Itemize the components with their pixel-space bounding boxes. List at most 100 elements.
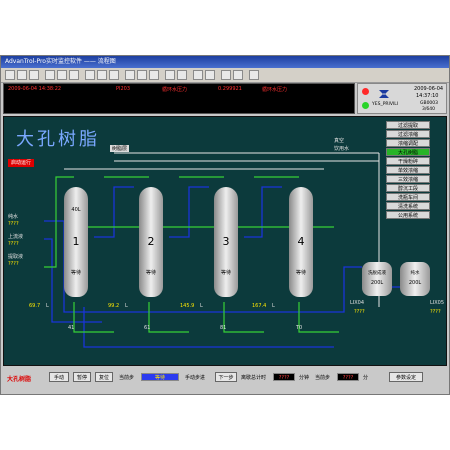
- user-icon[interactable]: [205, 70, 215, 80]
- reset-button[interactable]: 复位: [95, 372, 113, 382]
- trend-icon[interactable]: [45, 70, 55, 80]
- column-4-number: 4: [297, 235, 305, 248]
- nav-item-alcohol-precip[interactable]: 醇沉工段: [386, 184, 430, 192]
- tank-1-label: 洗脱成液: [368, 271, 386, 276]
- flow-icon[interactable]: [125, 70, 135, 80]
- column-1-number: 1: [72, 235, 80, 248]
- window-title: AdvanTrol-Pro实时监控软件 —— 流程图: [1, 56, 449, 68]
- overview-icon[interactable]: [97, 70, 107, 80]
- nav-item-filter-extract[interactable]: 过滤提取: [386, 121, 430, 129]
- nav-item-cleaning[interactable]: 清洗系统: [386, 202, 430, 210]
- info-page: 3/640: [422, 107, 435, 112]
- nav-item-concentrate-mix[interactable]: 浓缩调配: [386, 139, 430, 147]
- nav-item-triple-effect[interactable]: 三效浓缩: [386, 175, 430, 183]
- column-2-flow: 99.2: [108, 303, 120, 309]
- column-2-level: 61: [144, 325, 151, 331]
- storage-tank-2[interactable]: 纯水 200L: [400, 262, 430, 296]
- total-timer-value: ????: [273, 373, 295, 381]
- left-label-pure-water: 纯水: [8, 214, 19, 220]
- manual-auto-button[interactable]: 手动: [49, 372, 69, 382]
- storage-tank-1[interactable]: 洗脱成液 200L: [362, 262, 392, 296]
- nav-item-dry-grind[interactable]: 干燥粉碎: [386, 157, 430, 165]
- alarm-message: 循环水压力: [162, 87, 188, 93]
- tank-2-value: ????: [430, 309, 441, 315]
- pause-button[interactable]: 暂停: [73, 372, 91, 382]
- exit-icon[interactable]: [249, 70, 259, 80]
- toolbar: [1, 68, 449, 83]
- diagram-title: 大孔树脂: [16, 129, 100, 150]
- nav-item-filter-concentrate[interactable]: 过滤浓缩: [386, 130, 430, 138]
- left-value-extract: ????: [8, 261, 19, 267]
- current-value: ????: [337, 373, 359, 381]
- app-window: AdvanTrol-Pro实时监控软件 —— 流程图 2009-06-04 14…: [0, 55, 450, 395]
- nav-item-bottle-wash[interactable]: 洗瓶车间: [386, 193, 430, 201]
- water-label: 饮用水: [334, 146, 350, 152]
- column-1-unit: L: [46, 303, 49, 309]
- zoom-icon[interactable]: [177, 70, 187, 80]
- param-settings-button[interactable]: 参数设定: [389, 372, 423, 382]
- alarm-indicator-green: [362, 102, 369, 109]
- lock-icon[interactable]: [193, 70, 203, 80]
- total-timer-label: 离歇总计时: [241, 375, 267, 381]
- print-icon[interactable]: [29, 70, 39, 80]
- report-icon[interactable]: [69, 70, 79, 80]
- column-3-unit: L: [200, 303, 203, 309]
- column-1-capacity: 40L: [71, 207, 81, 213]
- resin-column-3[interactable]: 3 等待: [214, 187, 238, 297]
- nav-item-single-effect[interactable]: 单效浓缩: [386, 166, 430, 174]
- alarm-icon[interactable]: [57, 70, 67, 80]
- find-icon[interactable]: [165, 70, 175, 80]
- tune-icon[interactable]: [109, 70, 119, 80]
- alarm-time: 2009-06-04 14:38:22: [8, 86, 62, 92]
- log-icon[interactable]: [149, 70, 159, 80]
- alarm-message-2: 循环水压力: [262, 87, 288, 93]
- minutes-label: 分钟: [299, 375, 310, 381]
- column-3-level: 81: [220, 325, 227, 331]
- next-step-button[interactable]: 下一步: [215, 372, 237, 382]
- current-step-value: 等待: [141, 373, 179, 381]
- column-4-status: 等待: [295, 270, 306, 276]
- left-value-pure-water: ????: [8, 221, 19, 227]
- tank-1-id: LIX04: [350, 300, 365, 306]
- vacuum-label: 真空: [334, 138, 345, 144]
- tank-1-value: ????: [354, 309, 365, 315]
- alarm-value: 0.299921: [218, 86, 242, 92]
- column-1-status: 等待: [70, 270, 81, 276]
- nav-item-utilities[interactable]: 公用系统: [386, 211, 430, 219]
- manual-step-label: 手动步进: [185, 375, 206, 381]
- tank-1-capacity: 200L: [370, 280, 384, 286]
- resin-column-1[interactable]: 40L 1 等待: [64, 187, 88, 297]
- resin-column-2[interactable]: 2 等待: [139, 187, 163, 297]
- tank-2-label: 纯水: [410, 271, 420, 276]
- process-diagram: 大孔树脂 树脂层 真空 饮用水 启动运行 纯水 ???? 上流液 ???? 提取…: [3, 116, 447, 366]
- current-step-label: 当前步: [119, 375, 135, 381]
- help-icon[interactable]: [233, 70, 243, 80]
- minutes-label-2: 分: [363, 375, 369, 381]
- column-4-level: T0: [296, 325, 303, 331]
- column-1-flow: 69.7: [29, 303, 41, 309]
- control-title: 大孔树脂: [7, 376, 32, 383]
- info-user: YES_PRIVILI: [372, 102, 399, 107]
- left-label-upflow: 上流液: [8, 234, 24, 240]
- column-3-number: 3: [222, 235, 230, 248]
- resin-column-4[interactable]: 4 等待: [289, 187, 313, 297]
- column-3-flow: 145.9: [180, 303, 195, 309]
- alarm-bar: 2009-06-04 14:38:22 PI203 循环水压力 0.299921…: [3, 83, 355, 114]
- data-icon[interactable]: [137, 70, 147, 80]
- column-3-status: 等待: [220, 270, 231, 276]
- current-label: 当前步: [315, 375, 331, 381]
- start-button[interactable]: 启动运行: [8, 159, 34, 167]
- nav-item-macroporous-resin[interactable]: 大孔树脂: [386, 148, 430, 156]
- alarm-tag: PI203: [116, 86, 131, 92]
- info-panel: 2009-06-04 14:37:10 YES_PRIVILI GB0003 3…: [357, 83, 447, 114]
- condenser-label: 树脂层: [110, 145, 130, 152]
- column-1-level: 41: [68, 325, 75, 331]
- column-2-number: 2: [147, 235, 155, 248]
- left-value-upflow: ????: [8, 241, 19, 247]
- save-icon[interactable]: [17, 70, 27, 80]
- open-icon[interactable]: [5, 70, 15, 80]
- tank-2-id: LIX05: [430, 300, 445, 306]
- close-icon[interactable]: [221, 70, 231, 80]
- group-icon[interactable]: [85, 70, 95, 80]
- left-label-extract: 提取液: [8, 254, 24, 260]
